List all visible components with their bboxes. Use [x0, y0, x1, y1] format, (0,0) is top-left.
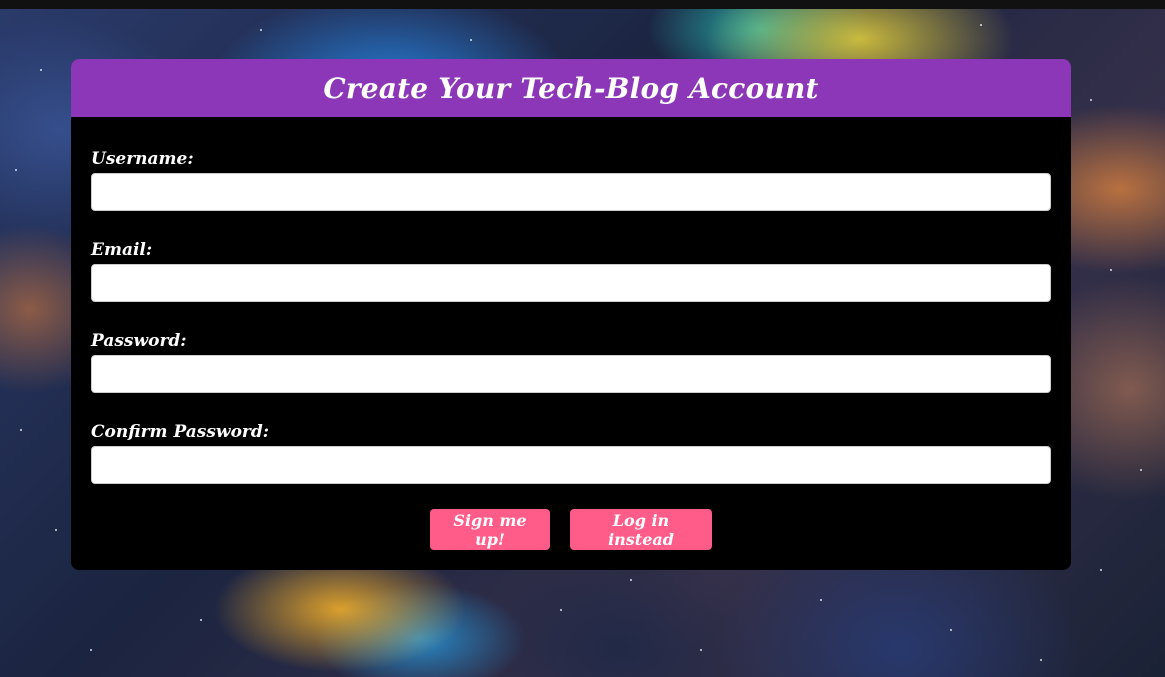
password-label: Password: — [91, 331, 187, 351]
email-label: Email: — [91, 240, 153, 260]
top-bar — [0, 0, 1165, 9]
signup-button[interactable]: Sign me up! — [430, 509, 550, 550]
page-title: Create Your Tech-Blog Account — [323, 71, 819, 105]
confirm-password-field-group: Confirm Password: — [91, 421, 1051, 484]
email-input[interactable] — [91, 264, 1051, 302]
form-actions: Sign me up! Log in instead — [71, 509, 1071, 550]
password-input[interactable] — [91, 355, 1051, 393]
email-field-group: Email: — [91, 239, 1051, 302]
username-field-group: Username: — [91, 148, 1051, 211]
confirm-password-label: Confirm Password: — [91, 422, 270, 442]
login-instead-button[interactable]: Log in instead — [570, 509, 712, 550]
card-header: Create Your Tech-Blog Account — [71, 59, 1071, 117]
password-field-group: Password: — [91, 330, 1051, 393]
username-label: Username: — [91, 149, 194, 169]
signup-card: Create Your Tech-Blog Account Username: … — [71, 59, 1071, 570]
confirm-password-input[interactable] — [91, 446, 1051, 484]
username-input[interactable] — [91, 173, 1051, 211]
